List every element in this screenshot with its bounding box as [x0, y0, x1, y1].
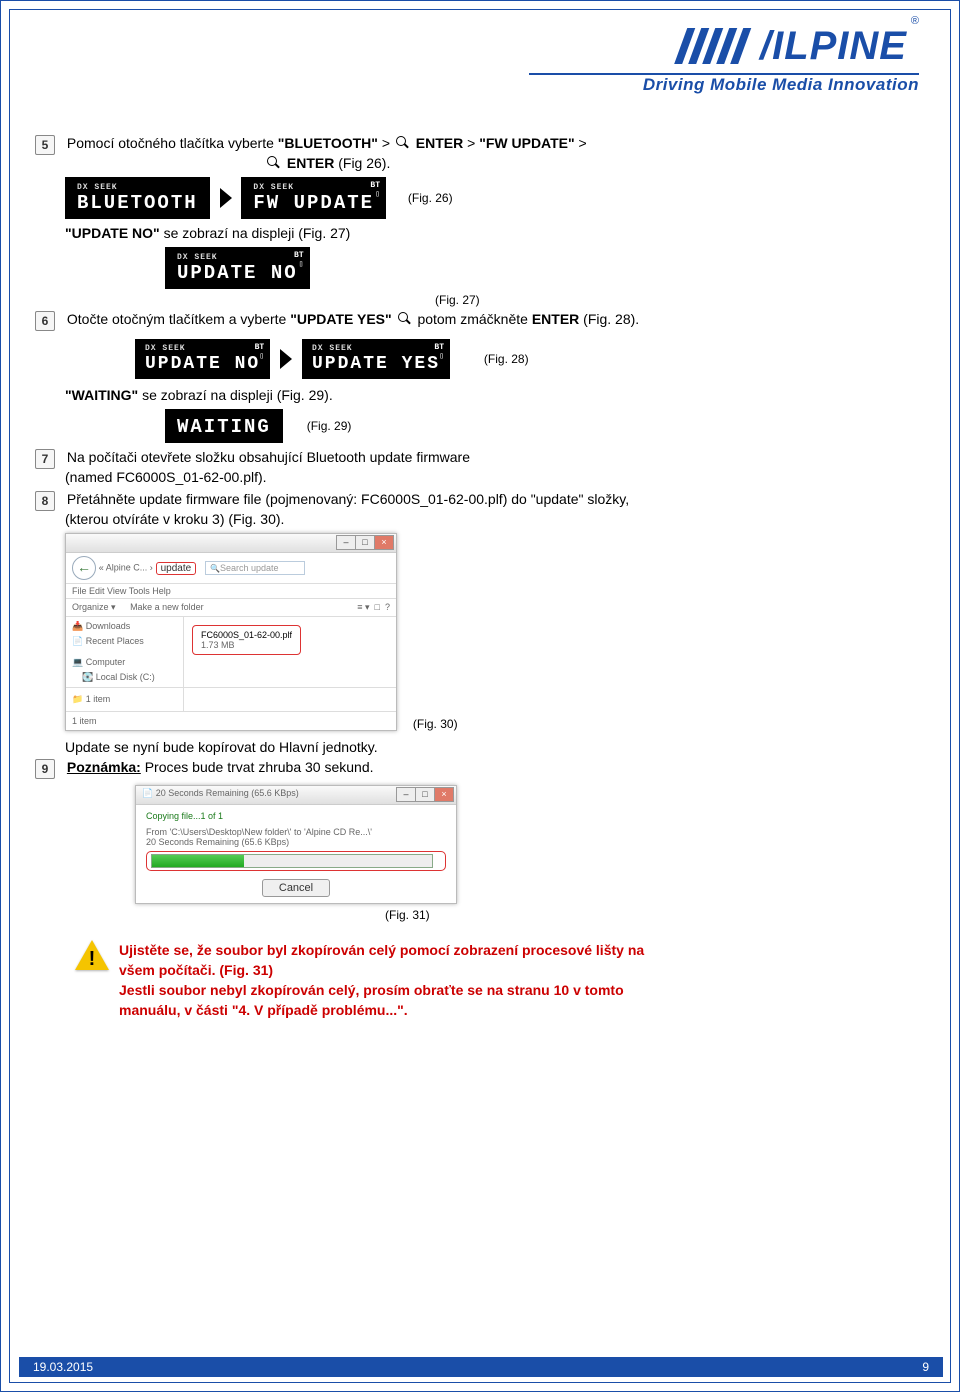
copy-from: From 'C:\Users\Desktop\New folder\' to '… [146, 827, 446, 837]
lcd-update-no: DX SEEK UPDATE NO BT▯ [165, 247, 310, 289]
fig27-row: DX SEEK UPDATE NO BT▯ (Fig. 27) [165, 247, 905, 307]
copy-remaining: 20 Seconds Remaining (65.6 KBps) [146, 837, 446, 847]
step-5: 5 Pomocí otočného tlačítka vyberte "BLUE… [35, 135, 905, 171]
fig28-row: DX SEEK UPDATE NO BT▯ DX SEEK UPDATE YES… [135, 339, 905, 379]
magnifier-icon [398, 312, 412, 326]
caption-29: (Fig. 29) [307, 419, 352, 433]
page-footer: 19.03.2015 9 [19, 1357, 943, 1377]
nav-localdisk[interactable]: 💽 Local Disk (C:) [72, 670, 177, 685]
logo-strokes-icon [670, 26, 756, 66]
step5-enter1: ENTER [416, 135, 463, 151]
update-copy-text: Update se nyní bude kopírovat do Hlavní … [65, 739, 905, 755]
caption-27: (Fig. 27) [435, 293, 905, 307]
cancel-button[interactable]: Cancel [262, 879, 330, 897]
nav-computer[interactable]: 💻 Computer [72, 655, 177, 670]
copy-titlebar[interactable]: 📄 20 Seconds Remaining (65.6 KBps) –□× [136, 786, 456, 805]
step5-text1: Pomocí otočného tlačítka vyberte [67, 135, 278, 151]
caption-26: (Fig. 26) [408, 191, 453, 205]
lcd-update-no-2: DX SEEK UPDATE NO BT▯ [135, 339, 270, 379]
arrow-right-icon [220, 188, 232, 208]
brand-text: /ILPINE [760, 24, 907, 68]
footer-page: 9 [922, 1360, 929, 1374]
caption-28: (Fig. 28) [484, 352, 529, 366]
caption-30: (Fig. 30) [413, 717, 458, 731]
fig26-row: DX SEEK BLUETOOTH DX SEEK FW UPDATE BT▯ … [65, 177, 905, 219]
lcd-update-yes: DX SEEK UPDATE YES BT▯ [302, 339, 450, 379]
new-folder-button[interactable]: Make a new folder [130, 602, 204, 612]
step5-enter2: ENTER [287, 155, 334, 171]
note-label: Poznámka: [67, 759, 141, 775]
copy-title: 20 Seconds Remaining (65.6 KBps) [156, 788, 299, 798]
menu-bar[interactable]: File Edit View Tools Help [66, 584, 396, 599]
tagline: Driving Mobile Media Innovation [529, 75, 919, 95]
step5-bt: "BLUETOOTH" [278, 135, 378, 151]
copy-dialog: 📄 20 Seconds Remaining (65.6 KBps) –□× C… [135, 785, 905, 904]
warning-icon [75, 940, 109, 974]
warning-block: Ujistěte se, že soubor byl zkopírován ce… [75, 940, 905, 1020]
arrow-right-icon [280, 349, 292, 369]
step-num-7: 7 [35, 449, 55, 469]
magnifier-icon [267, 156, 281, 170]
fig29-row: WAITING (Fig. 29) [165, 409, 905, 443]
progress-bar [151, 854, 433, 868]
organize-button[interactable]: Organize ▾ [72, 602, 116, 612]
step-8: 8 Přetáhněte update firmware file (pojme… [35, 491, 905, 527]
caption-31: (Fig. 31) [385, 908, 905, 922]
search-input[interactable]: 🔍Search update [205, 561, 305, 575]
file-size: 1.73 MB [201, 640, 292, 650]
warn-line4: manuálu, v části "4. V případě problému.… [119, 1000, 644, 1020]
back-button[interactable]: ← [72, 556, 96, 580]
window-controls[interactable]: –□× [397, 787, 454, 802]
step-7: 7 Na počítači otevřete složku obsahující… [35, 449, 905, 485]
step-num-5: 5 [35, 135, 55, 155]
step-num-6: 6 [35, 311, 55, 331]
breadcrumb-update[interactable]: update [156, 562, 197, 575]
breadcrumb-pre[interactable]: « Alpine C... › [99, 563, 153, 573]
update-no-label: "UPDATE NO" [65, 225, 160, 241]
file-name: FC6000S_01-62-00.plf [201, 630, 292, 640]
waiting-label: "WAITING" [65, 387, 138, 403]
window-controls[interactable]: –□× [337, 535, 394, 550]
lcd-waiting: WAITING [165, 409, 283, 443]
window-titlebar[interactable]: –□× [66, 534, 396, 553]
step5-fw: "FW UPDATE" [479, 135, 574, 151]
step-num-8: 8 [35, 491, 55, 511]
warn-line1: Ujistěte se, že soubor byl zkopírován ce… [119, 940, 644, 960]
warn-line2: všem počítači. (Fig. 31) [119, 960, 644, 980]
step-9: 9 Poznámka: Proces bude trvat zhruba 30 … [35, 759, 905, 779]
status-bar: 1 item [66, 711, 396, 730]
warn-line3: Jestli soubor nebyl zkopírován celý, pro… [119, 980, 644, 1000]
file-tile[interactable]: FC6000S_01-62-00.plf 1.73 MB [192, 625, 301, 655]
status-left: 1 item [86, 694, 111, 704]
registered-mark: ® [911, 15, 919, 27]
step-6: 6 Otočte otočným tlačítkem a vyberte "UP… [35, 311, 905, 331]
footer-date: 19.03.2015 [33, 1360, 93, 1374]
nav-recent[interactable]: 📄 Recent Places [72, 634, 177, 649]
magnifier-icon [396, 136, 410, 150]
step-num-9: 9 [35, 759, 55, 779]
copying-label: Copying file...1 of 1 [146, 811, 446, 821]
nav-downloads[interactable]: 📥 Downloads [72, 619, 177, 634]
lcd-fwupdate: DX SEEK FW UPDATE BT▯ [241, 177, 386, 219]
lcd-bluetooth: DX SEEK BLUETOOTH [65, 177, 210, 219]
brand-logo: /ILPINE ® Driving Mobile Media Innovatio… [529, 15, 919, 95]
explorer-window: –□× ← « Alpine C... › update 🔍Search upd… [65, 533, 905, 731]
